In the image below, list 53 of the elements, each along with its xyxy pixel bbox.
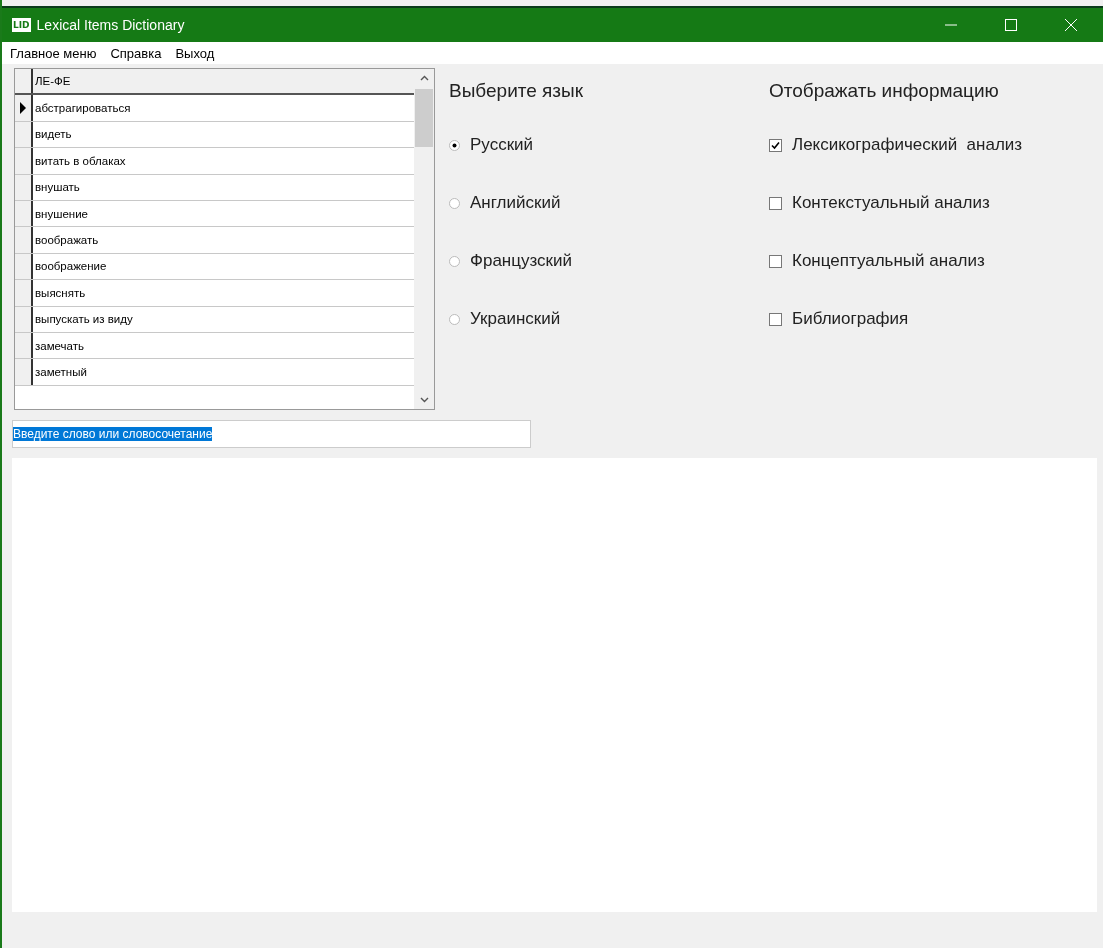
checkbox-label[interactable]: Концептуальный анализ [792,251,985,271]
row-header[interactable] [15,121,33,148]
checkbox[interactable] [769,312,782,326]
window-title: Lexical Items Dictionary [36,17,185,33]
radio-label[interactable]: Французский [470,251,572,271]
checkbox-label[interactable]: Библиография [792,309,909,329]
maximize-icon[interactable] [1005,19,1017,31]
table-cell[interactable]: выяснять [33,280,414,306]
table-cell[interactable]: внушать [33,174,414,200]
radio-label[interactable]: Украинский [470,309,561,329]
search-field[interactable]: Введите слово или словосочетание [12,420,531,448]
row-header[interactable] [15,227,33,253]
table-cell[interactable]: заметный [33,359,414,385]
row-header[interactable] [15,332,33,359]
row-header[interactable] [15,200,33,227]
row-header[interactable] [15,306,33,332]
table-cell[interactable]: выпускать из виду [33,306,414,332]
table-cell[interactable]: воображение [33,253,414,280]
table-cell[interactable]: воображать [33,227,414,253]
group-title: Отображать информацию [769,80,1000,102]
table-cell[interactable]: внушение [33,200,414,227]
scroll-down-icon[interactable] [419,397,429,403]
group-title: Выберите язык [449,80,585,102]
table-cell[interactable]: замечать [33,332,414,359]
menu-item[interactable]: Выход [175,45,215,61]
checkbox[interactable] [769,138,782,152]
close-icon[interactable] [1065,19,1077,31]
menu-item[interactable]: Справка [110,45,162,61]
checkbox[interactable] [769,196,782,210]
checkbox[interactable] [769,254,782,268]
scroll-thumb[interactable] [415,89,433,147]
checkbox-label[interactable]: Лексикографический анализ [792,135,1023,155]
scroll-up-icon[interactable] [419,75,429,81]
radio-button[interactable] [449,139,460,151]
radio-label[interactable]: Русский [470,135,534,155]
table-cell[interactable]: витать в облаках [33,148,414,174]
table-cell[interactable]: абстрагироваться [33,95,414,121]
row-header[interactable] [15,359,33,385]
row-header[interactable] [15,95,33,121]
menu-item[interactable]: Главное меню [10,45,97,61]
row-header[interactable] [15,174,33,200]
table-cell[interactable]: видеть [33,121,414,148]
app-icon: LID [12,18,31,32]
row-header[interactable] [15,280,33,306]
radio-button[interactable] [449,255,460,267]
radio-label[interactable]: Английский [470,193,561,213]
row-header[interactable] [15,148,33,174]
radio-button[interactable] [449,313,460,325]
row-header[interactable] [15,253,33,280]
checkbox-label[interactable]: Контекстуальный анализ [792,193,990,213]
row-pointer-icon [20,102,26,115]
radio-button[interactable] [449,197,460,209]
scrollbar[interactable] [414,69,434,409]
